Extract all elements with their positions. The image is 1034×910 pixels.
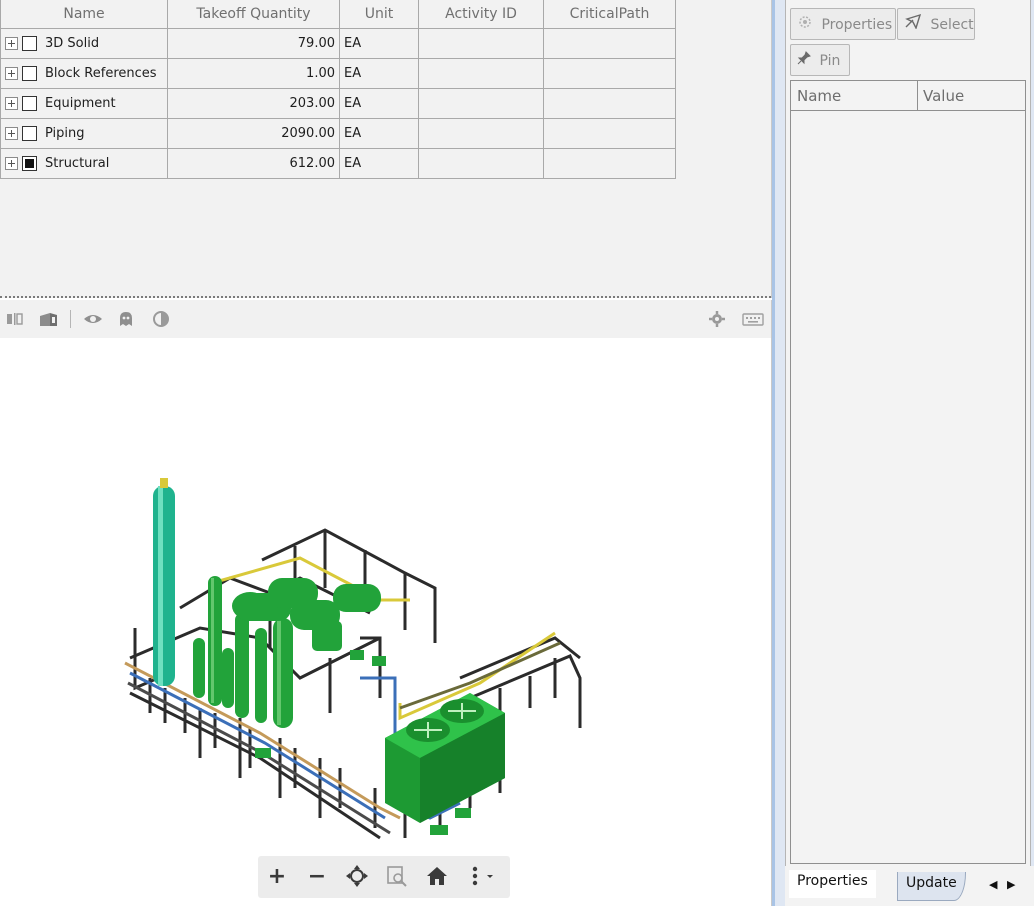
unit-cell: EA — [339, 28, 419, 59]
pin-icon — [797, 51, 815, 69]
property-grid-header: Name Value — [791, 81, 1025, 111]
activity-id-cell[interactable] — [418, 88, 544, 119]
row-name: Equipment — [45, 96, 116, 111]
critical-path-cell[interactable] — [543, 28, 676, 59]
quantity-cell: 2090.00 — [167, 118, 340, 149]
plant-model[interactable] — [0, 338, 771, 906]
property-name-header[interactable]: Name — [797, 87, 841, 105]
properties-button-label: Properties — [821, 17, 893, 33]
tab-properties[interactable]: Properties — [789, 870, 876, 898]
column-header-takeoff-quantity[interactable]: Takeoff Quantity — [167, 0, 340, 29]
table-header-row: Name Takeoff Quantity Unit Activity ID C… — [0, 0, 676, 29]
contrast-icon[interactable] — [152, 310, 170, 328]
expand-icon[interactable] — [5, 67, 18, 80]
takeoff-grid-pane: Name Takeoff Quantity Unit Activity ID C… — [0, 0, 772, 298]
zoom-in-icon[interactable]: + — [264, 864, 290, 890]
name-cell: Block References — [0, 58, 168, 89]
table-row[interactable]: Block References 1.00 EA — [0, 58, 676, 89]
quantity-cell: 1.00 — [167, 58, 340, 89]
tab-scroll-right-icon[interactable]: ▶ — [1007, 878, 1015, 891]
critical-path-cell[interactable] — [543, 118, 676, 149]
section-icon[interactable] — [5, 310, 23, 328]
row-name: Structural — [45, 156, 110, 171]
critical-path-cell[interactable] — [543, 148, 676, 179]
name-cell: Piping — [0, 118, 168, 149]
critical-path-cell[interactable] — [543, 88, 676, 119]
select-button[interactable]: Select — [897, 8, 975, 40]
viewer-toolbar — [0, 300, 772, 338]
activity-id-cell[interactable] — [418, 58, 544, 89]
critical-path-cell[interactable] — [543, 58, 676, 89]
unit-cell: EA — [339, 88, 419, 119]
unit-cell: EA — [339, 118, 419, 149]
table-row[interactable]: Piping 2090.00 EA — [0, 118, 676, 149]
tab-update[interactable]: Update — [897, 872, 966, 901]
activity-id-cell[interactable] — [418, 28, 544, 59]
zoom-out-icon[interactable]: − — [304, 864, 330, 890]
column-divider[interactable] — [917, 81, 918, 110]
property-value-header[interactable]: Value — [923, 87, 964, 105]
home-icon[interactable] — [424, 864, 450, 890]
properties-icon — [797, 16, 817, 33]
row-checkbox[interactable] — [22, 66, 37, 81]
quantity-cell: 612.00 — [167, 148, 340, 179]
row-checkbox[interactable] — [22, 126, 37, 141]
row-name: Piping — [45, 126, 85, 141]
name-cell: Structural — [0, 148, 168, 179]
splitter[interactable] — [0, 296, 771, 298]
row-checkbox[interactable] — [22, 156, 37, 171]
quantity-cell: 203.00 — [167, 88, 340, 119]
name-cell: Equipment — [0, 88, 168, 119]
column-header-critical-path[interactable]: CriticalPath — [543, 0, 676, 29]
column-header-activity-id[interactable]: Activity ID — [418, 0, 544, 29]
keyboard-icon[interactable] — [742, 310, 764, 328]
navigation-bar: + − — [258, 856, 510, 898]
property-grid[interactable]: Name Value — [790, 80, 1026, 864]
ghost-icon[interactable] — [117, 310, 135, 328]
zoom-window-icon[interactable] — [384, 864, 410, 890]
tab-scroll-left-icon[interactable]: ◀ — [989, 878, 997, 891]
table-row[interactable]: Structural 612.00 EA — [0, 148, 676, 179]
3d-viewport[interactable]: + − — [0, 338, 772, 906]
row-name: Block References — [45, 66, 157, 81]
column-header-unit[interactable]: Unit — [339, 0, 419, 29]
bottom-tab-strip: Properties Update ◀ ▶ — [785, 866, 1034, 906]
expand-icon[interactable] — [5, 127, 18, 140]
pin-button-label: Pin — [819, 53, 841, 69]
activity-id-cell[interactable] — [418, 118, 544, 149]
more-icon[interactable] — [464, 864, 500, 890]
expand-icon[interactable] — [5, 37, 18, 50]
eye-icon[interactable] — [83, 310, 102, 328]
toolbar-divider — [70, 310, 71, 328]
properties-button[interactable]: Properties — [790, 8, 896, 40]
takeoff-table: Name Takeoff Quantity Unit Activity ID C… — [0, 0, 676, 179]
expand-icon[interactable] — [5, 157, 18, 170]
row-checkbox[interactable] — [22, 96, 37, 111]
expand-icon[interactable] — [5, 97, 18, 110]
table-row[interactable]: 3D Solid 79.00 EA — [0, 28, 676, 59]
column-header-name[interactable]: Name — [0, 0, 168, 29]
pan-icon[interactable] — [344, 864, 370, 890]
select-button-label: Select — [930, 17, 974, 33]
settings-icon[interactable] — [708, 310, 726, 328]
name-cell: 3D Solid — [0, 28, 168, 59]
quantity-cell: 79.00 — [167, 28, 340, 59]
unit-cell: EA — [339, 148, 419, 179]
select-arrow-icon — [904, 13, 926, 33]
properties-panel: Properties Select Pin Name Value Propert… — [772, 0, 1034, 906]
pin-button[interactable]: Pin — [790, 44, 850, 76]
table-row[interactable]: Equipment 203.00 EA — [0, 88, 676, 119]
row-name: 3D Solid — [45, 36, 100, 51]
row-checkbox[interactable] — [22, 36, 37, 51]
activity-id-cell[interactable] — [418, 148, 544, 179]
unit-cell: EA — [339, 58, 419, 89]
box-icon[interactable] — [38, 310, 57, 328]
properties-panel-body: Properties Select Pin Name Value — [785, 0, 1031, 866]
